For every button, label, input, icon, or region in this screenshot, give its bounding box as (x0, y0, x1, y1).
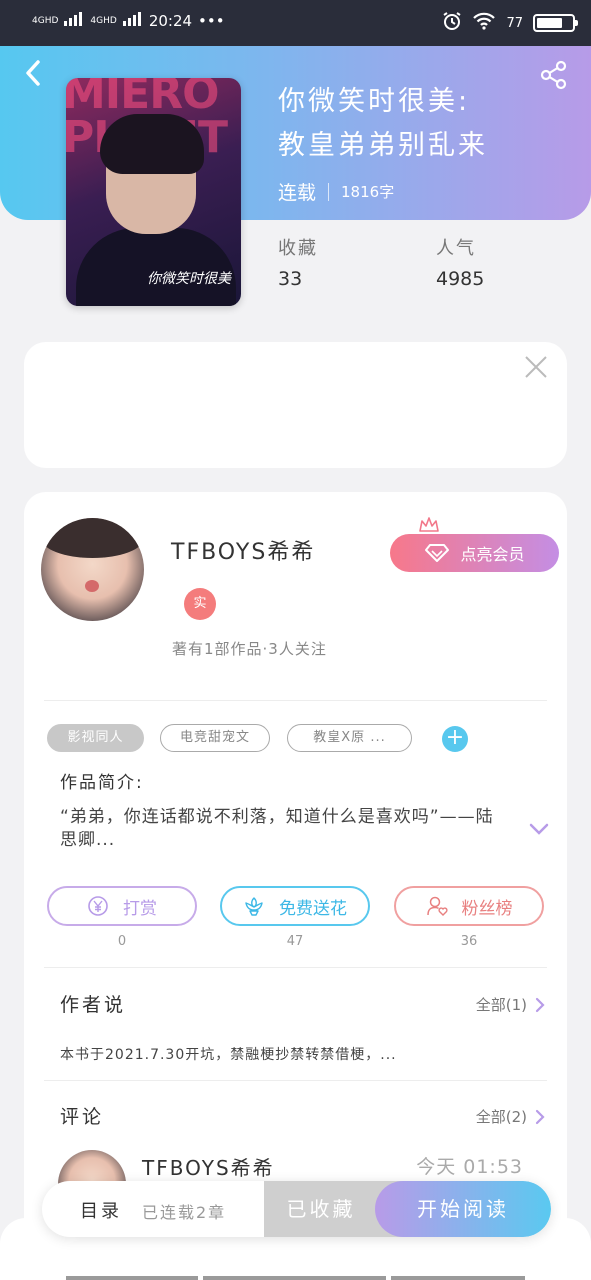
wifi-icon (472, 12, 496, 34)
cover-signature: 你微笑时很美 (147, 271, 231, 287)
battery-percent: 77 (506, 15, 523, 31)
status-time: 20:24 (148, 12, 193, 30)
battery-icon (533, 14, 578, 32)
flower-count: 47 (286, 934, 304, 949)
signal-bars-icon-2 (122, 12, 143, 30)
tag-3[interactable]: 教皇X原 ... (287, 724, 412, 752)
author-says-text: 本书于2021.7.30开坑，禁融梗抄禁转禁借梗，... (60, 1047, 397, 1063)
divider (44, 1080, 547, 1081)
reward-count: 0 (117, 934, 127, 949)
back-button[interactable] (20, 58, 48, 88)
fan-ranking-label: 粉丝榜 (461, 898, 513, 919)
vip-button-label: 点亮会员 (460, 545, 525, 564)
book-cover[interactable]: MIERO PHANT 你微笑时很美 (66, 78, 241, 306)
status-dots: ••• (198, 12, 225, 30)
flower-icon (245, 897, 263, 916)
nav-indicator (203, 1276, 386, 1280)
crown-icon (419, 517, 439, 532)
chapter-count[interactable]: 已连载2章 (142, 1199, 226, 1223)
fan-ranking-button[interactable]: 粉丝榜 (394, 886, 544, 926)
send-flower-button[interactable]: 免费送花 (220, 886, 370, 926)
divider (44, 967, 547, 968)
divider (44, 700, 547, 701)
tag-1[interactable]: 影视同人 (47, 724, 144, 752)
book-title: 你微笑时很美: 教皇弟弟别乱来 (278, 86, 488, 161)
close-icon (525, 356, 547, 378)
comments-more-link[interactable]: 全部(2) (476, 1106, 545, 1127)
signal-indicator-2: 4GHD (90, 15, 117, 26)
book-status: 连载 (278, 182, 317, 204)
diamond-icon (425, 544, 450, 562)
comment-author-name[interactable]: TFBOYS希希 (142, 1152, 275, 1181)
chevron-down-icon[interactable] (529, 822, 549, 836)
fan-count: 36 (460, 934, 478, 949)
start-reading-button[interactable]: 开始阅读 (375, 1181, 551, 1237)
yuan-icon (88, 896, 108, 916)
author-stats: 著有1部作品·3人关注 (172, 640, 327, 658)
author-says-more-link[interactable]: 全部(1) (476, 994, 545, 1015)
intro-label: 作品简介: (60, 773, 144, 793)
tag-2[interactable]: 电竞甜宠文 (160, 724, 270, 752)
send-flower-label: 免费送花 (279, 898, 347, 919)
author-info-card: TFBOYS希希 实 著有1部作品·3人关注 点亮会员 影视同人 电竞甜宠文 教… (24, 492, 567, 1252)
author-avatar[interactable] (41, 518, 144, 621)
chevron-right-icon (535, 997, 545, 1012)
reward-label: 打赏 (123, 898, 157, 919)
favorites-stat: 收藏 33 (278, 238, 318, 290)
status-bar: 4GHD 4GHD 20:24 ••• 77 (0, 0, 591, 46)
vip-button[interactable]: 点亮会员 (390, 534, 559, 572)
toc-button[interactable]: 目录 (80, 1197, 122, 1223)
comment-time: 今天 01:53 (416, 1156, 523, 1178)
chevron-left-icon (26, 60, 40, 86)
nav-indicator (391, 1276, 525, 1280)
intro-text: “弟弟，你连话都说不利落，知道什么是喜欢吗”——陆思卿... (60, 807, 494, 850)
ad-banner[interactable] (24, 342, 567, 468)
chevron-right-icon (535, 1109, 545, 1124)
author-name[interactable]: TFBOYS希希 (171, 534, 315, 566)
bottom-action-bar: 目录 已连载2章 已收藏 开始阅读 (42, 1181, 551, 1237)
signal-bars-icon (64, 12, 84, 30)
alarm-icon (442, 11, 462, 35)
author-says-title: 作者说 (60, 994, 127, 1016)
signal-indicator-1: 4GHD (32, 15, 59, 26)
nav-indicator (66, 1276, 198, 1280)
user-heart-icon (426, 896, 448, 916)
ad-close-button[interactable] (523, 354, 549, 380)
meta-divider (328, 182, 330, 201)
popularity-stat: 人气 4985 (436, 238, 485, 290)
book-meta: 连载 1816字 (278, 178, 394, 205)
reward-button[interactable]: 打赏 (47, 886, 197, 926)
verified-badge: 实 (184, 588, 216, 620)
word-count: 1816字 (341, 183, 395, 201)
comments-title: 评论 (60, 1106, 105, 1128)
add-tag-button[interactable]: + (442, 726, 468, 752)
